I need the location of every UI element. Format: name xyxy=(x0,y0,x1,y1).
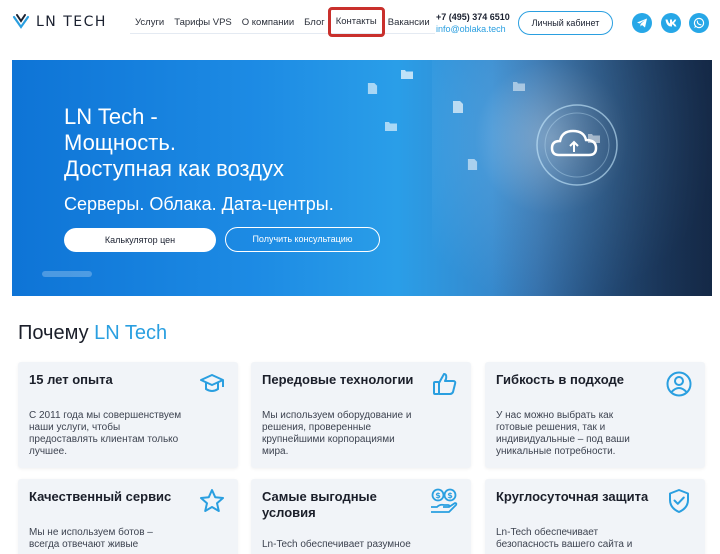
card-text: С 2011 года мы совершенствуем наши услуги… xyxy=(29,410,182,457)
telegram-icon[interactable] xyxy=(632,13,652,33)
nav-item-services[interactable]: Услуги xyxy=(130,12,169,34)
hero-title-line-3: Доступная как воздух xyxy=(64,156,284,181)
graduation-cap-icon xyxy=(200,374,224,392)
hero-banner: LN Tech - Мощность. Доступная как воздух… xyxy=(12,60,712,296)
whatsapp-icon[interactable] xyxy=(689,13,709,33)
hero-title-line-1: LN Tech - xyxy=(64,104,158,129)
svg-text:$: $ xyxy=(435,491,441,500)
card-text: У нас можно выбрать как готовые решения, … xyxy=(496,410,630,457)
header-contacts: +7 (495) 374 6510 info@oblaka.tech xyxy=(436,11,510,35)
email-link[interactable]: info@oblaka.tech xyxy=(436,23,510,35)
card-title: Передовые технологии xyxy=(262,372,414,387)
card-title: Гибкость в подходе xyxy=(496,372,625,387)
feature-card-flexibility: Гибкость в подходе У нас можно выбрать к… xyxy=(485,362,705,468)
card-text: Мы не используем ботов – всегда отвечают … xyxy=(29,527,153,550)
feature-card-experience: 15 лет опыта С 2011 года мы совершенству… xyxy=(18,362,238,468)
cloud-upload-icon xyxy=(536,104,618,186)
folder-icon xyxy=(513,82,525,91)
logo[interactable]: LN TECH xyxy=(12,13,107,31)
money-hand-icon: $ $ xyxy=(431,488,458,513)
feature-card-service: Качественный сервис Мы не используем бот… xyxy=(18,479,238,554)
card-text: Ln-Tech обеспечивает безопасность вашего … xyxy=(496,527,633,550)
card-title: 15 лет опыта xyxy=(29,372,113,387)
phone-link[interactable]: +7 (495) 374 6510 xyxy=(436,11,510,23)
logo-mark-icon xyxy=(12,14,30,29)
star-icon xyxy=(200,489,224,512)
feature-card-conditions: Самые выгодные условия $ $ Ln-Tech обеспе… xyxy=(251,479,471,554)
logo-text: LN TECH xyxy=(36,14,107,30)
main-nav: Услуги Тарифы VPS О компании Блог Контак… xyxy=(130,6,435,37)
nav-item-vacancies[interactable]: Вакансии xyxy=(383,12,435,34)
personal-cabinet-button[interactable]: Личный кабинет xyxy=(518,11,613,35)
hero-title: LN Tech - Мощность. Доступная как воздух xyxy=(64,104,284,182)
document-icon xyxy=(367,83,378,94)
feature-card-technologies: Передовые технологии Мы используем обору… xyxy=(251,362,471,468)
vk-icon[interactable] xyxy=(661,13,681,33)
card-title: Качественный сервис xyxy=(29,489,172,504)
why-section-title: Почему LN Tech xyxy=(18,322,168,344)
hero-title-line-2: Мощность. xyxy=(64,130,176,155)
svg-text:$: $ xyxy=(447,491,453,500)
nav-item-about[interactable]: О компании xyxy=(237,12,299,34)
folder-icon xyxy=(401,70,413,79)
nav-item-contacts[interactable]: Контакты xyxy=(327,6,385,37)
hero-subtitle: Серверы. Облака. Дата-центры. xyxy=(64,194,334,214)
nav-item-blog[interactable]: Блог xyxy=(299,12,330,34)
card-title: Самые выгодные условия xyxy=(262,489,377,520)
card-title: Круглосуточная защита xyxy=(496,489,649,504)
user-circle-icon xyxy=(666,371,692,397)
nav-item-vps-tariffs[interactable]: Тарифы VPS xyxy=(169,12,237,34)
shield-check-icon xyxy=(669,489,689,513)
site-header: LN TECH Услуги Тарифы VPS О компании Бло… xyxy=(0,0,720,50)
folder-icon xyxy=(385,122,397,131)
card-text: Мы используем оборудование и решения, про… xyxy=(262,410,412,457)
get-consultation-button[interactable]: Получить консультацию xyxy=(225,227,380,252)
card-text: Ln-Tech обеспечивает разумное xyxy=(262,539,411,550)
document-icon xyxy=(453,101,463,113)
thumbs-up-icon xyxy=(433,373,457,395)
slider-dots[interactable] xyxy=(42,271,92,277)
document-icon xyxy=(467,159,478,170)
price-calculator-button[interactable]: Калькулятор цен xyxy=(64,228,216,252)
feature-card-protection: Круглосуточная защита Ln-Tech обеспечива… xyxy=(485,479,705,554)
